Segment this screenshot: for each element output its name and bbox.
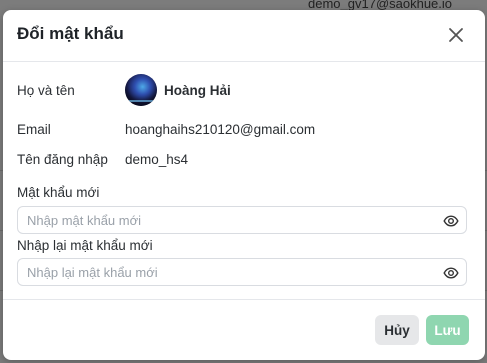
- cancel-button[interactable]: Hủy: [375, 315, 419, 345]
- eye-icon: [443, 215, 459, 227]
- email-value: hoanghaihs210120@gmail.com: [125, 122, 316, 137]
- username-value: demo_hs4: [125, 152, 189, 167]
- new-password-label: Mật khẩu mới: [17, 185, 100, 200]
- change-password-dialog: Đổi mật khẩu Họ và tên Hoàng Hải Email h…: [3, 10, 485, 360]
- toggle-new-password-visibility[interactable]: [443, 213, 459, 229]
- fullname-label: Họ và tên: [17, 83, 75, 98]
- toggle-confirm-password-visibility[interactable]: [443, 265, 459, 281]
- confirm-password-input[interactable]: [18, 259, 437, 285]
- new-password-field: [17, 206, 467, 234]
- new-password-input[interactable]: [18, 207, 437, 233]
- dialog-footer: Hủy Lưu: [3, 299, 485, 360]
- confirm-password-label: Nhập lại mật khẩu mới: [17, 238, 153, 253]
- close-icon: [449, 28, 463, 42]
- close-button[interactable]: [447, 26, 465, 44]
- dialog-header: Đổi mật khẩu: [3, 10, 485, 62]
- fullname-value: Hoàng Hải: [164, 83, 231, 98]
- save-button[interactable]: Lưu: [426, 315, 469, 345]
- confirm-password-field: [17, 258, 467, 286]
- eye-icon: [443, 267, 459, 279]
- avatar: [125, 74, 157, 106]
- dialog-title: Đổi mật khẩu: [17, 24, 124, 43]
- email-label: Email: [17, 122, 51, 137]
- username-label: Tên đăng nhập: [17, 152, 108, 167]
